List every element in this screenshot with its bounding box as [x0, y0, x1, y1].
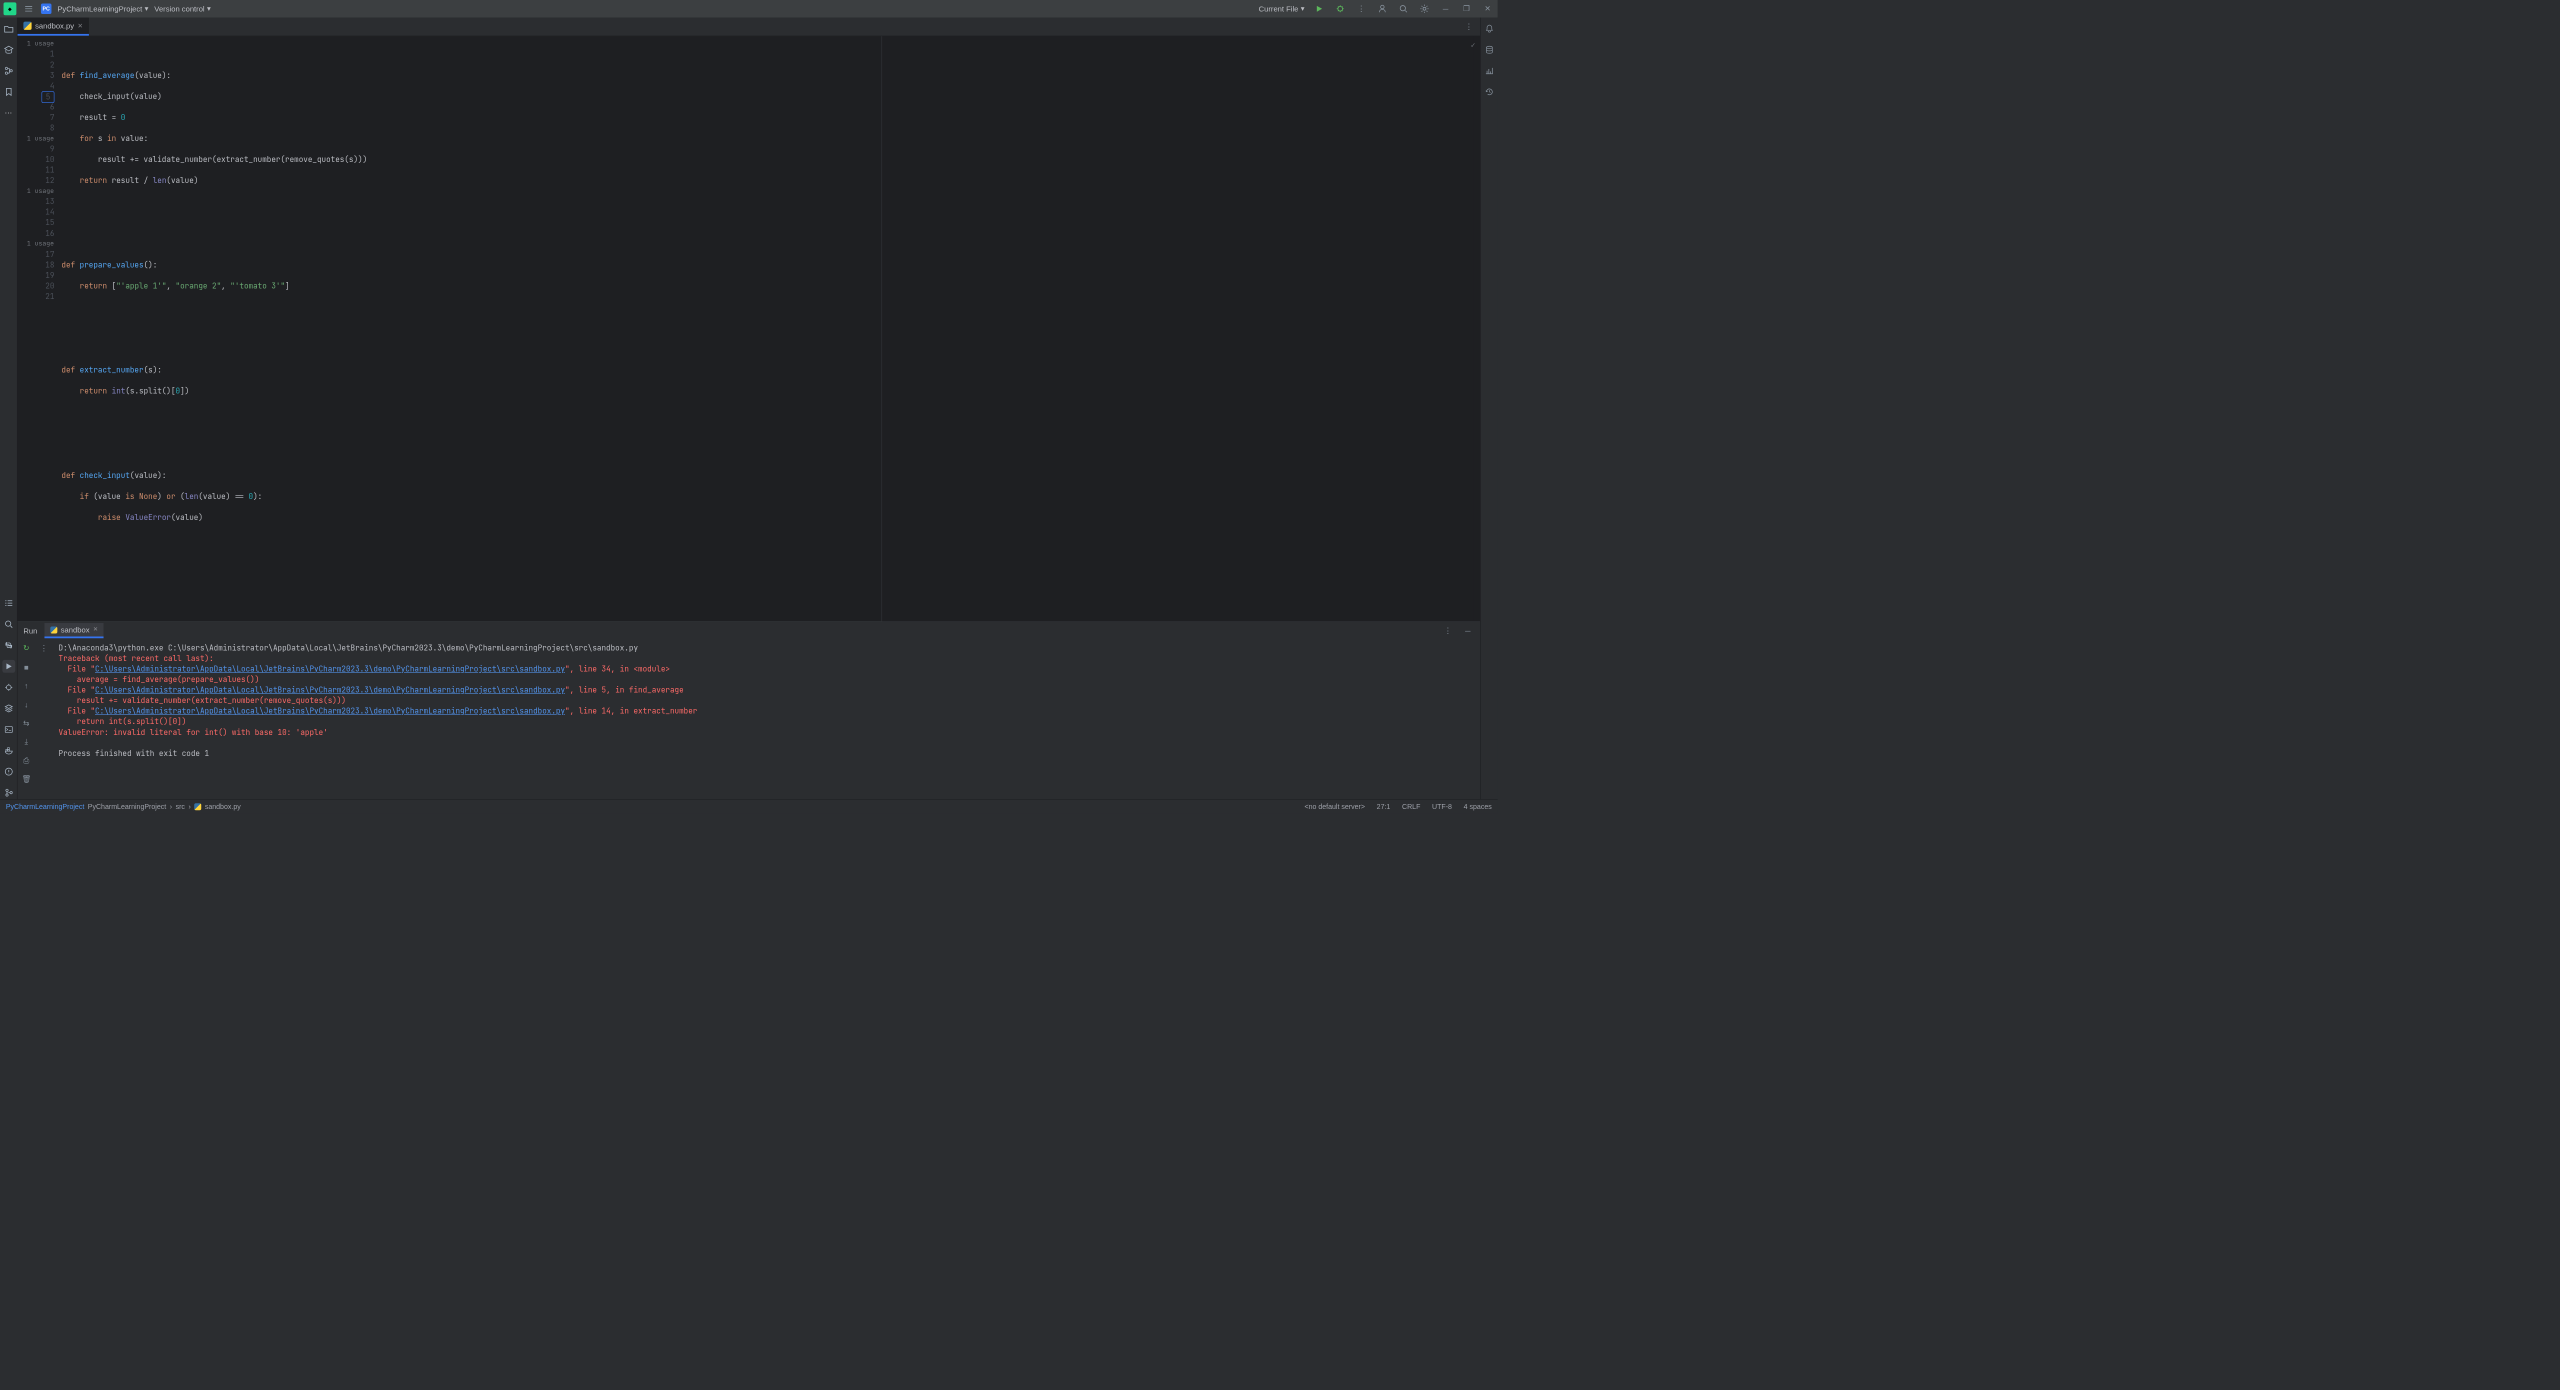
terminal-tool-icon[interactable] [2, 723, 15, 736]
value-error: ValueError: invalid literal for int() wi… [58, 727, 327, 737]
chevron-right-icon: › [188, 802, 190, 810]
python-file-icon [23, 22, 31, 30]
usage-hint: 1 usage [18, 239, 55, 250]
run-tab[interactable]: sandbox ✕ [44, 623, 103, 638]
chevron-right-icon: › [170, 802, 172, 810]
inspection-ok-icon[interactable]: ✓ [1471, 40, 1476, 51]
down-stack-icon[interactable]: ↓ [20, 698, 33, 711]
up-stack-icon[interactable]: ↑ [20, 679, 33, 692]
status-encoding[interactable]: UTF-8 [1432, 802, 1452, 810]
traceback-link[interactable]: C:\Users\Administrator\AppData\Local\Jet… [95, 664, 565, 674]
status-server[interactable]: <no default server> [1304, 802, 1364, 810]
scroll-end-icon[interactable]: ⤓ [20, 735, 33, 748]
status-caret-pos[interactable]: 27:1 [1377, 802, 1391, 810]
problems-icon[interactable] [2, 765, 15, 778]
traceback-head: Traceback (most recent call last): [58, 653, 213, 663]
run-panel-title: Run [23, 626, 37, 635]
python-file-icon [194, 803, 201, 810]
run-cmd-line: D:\Anaconda3\python.exe C:\Users\Adminis… [58, 643, 638, 653]
run-tab-label: sandbox [61, 625, 90, 634]
code-body[interactable]: def find_average(value): check_input(val… [61, 36, 881, 621]
services-icon[interactable] [2, 702, 15, 715]
docker-tool-icon[interactable] [2, 744, 15, 757]
hide-panel-icon[interactable]: ─ [1461, 624, 1474, 637]
run-more-sidebar: ⋮ [35, 639, 53, 799]
run-panel: Run sandbox ✕ ⋮ ─ ↻ ■ ↑ ↓ ⇆ ⤓ ⎙ [18, 621, 1480, 799]
project-tool-icon[interactable] [2, 22, 15, 35]
database-icon[interactable] [1483, 43, 1496, 56]
left-tool-bar: ⋯ [0, 18, 18, 800]
history-icon[interactable] [1483, 85, 1496, 98]
status-line-sep[interactable]: CRLF [1402, 802, 1420, 810]
tab-filename: sandbox.py [35, 21, 74, 30]
run-icon[interactable] [1313, 2, 1326, 15]
run-tool-icon[interactable] [2, 660, 15, 673]
stop-icon[interactable]: ■ [20, 660, 33, 673]
learn-icon[interactable] [2, 43, 15, 56]
app-logo[interactable]: ◆ [4, 2, 17, 15]
debug-icon[interactable] [1334, 2, 1347, 15]
close-icon[interactable]: ✕ [1481, 2, 1494, 15]
rerun-icon[interactable]: ↻ [20, 642, 33, 655]
usage-hint: 1 usage [18, 133, 55, 144]
more-actions-icon[interactable]: ⋮ [1355, 2, 1368, 15]
chevron-down-icon: ▾ [207, 4, 211, 13]
restore-icon[interactable]: ❐ [1460, 2, 1473, 15]
project-selector[interactable]: PyCharmLearningProject ▾ [57, 4, 148, 13]
notifications-icon[interactable] [1483, 22, 1496, 35]
soft-wrap-icon[interactable]: ⇆ [20, 717, 33, 730]
run-config-label: Current File [1259, 4, 1299, 13]
usage-hint: 1 usage [18, 186, 55, 197]
status-indent[interactable]: 4 spaces [1464, 802, 1492, 810]
run-panel-options-icon[interactable]: ⋮ [1441, 624, 1454, 637]
exit-code: Process finished with exit code 1 [58, 748, 209, 758]
traceback-link[interactable]: C:\Users\Administrator\AppData\Local\Jet… [95, 685, 565, 695]
run-config-selector[interactable]: Current File ▾ [1259, 4, 1305, 13]
search-icon[interactable] [1397, 2, 1410, 15]
close-tab-icon[interactable]: ✕ [78, 22, 83, 30]
vcs-tool-icon[interactable] [2, 786, 15, 799]
code-editor[interactable]: ✓ 1 usage 1234 5 678 1 usage 9101112 1 u… [18, 36, 1480, 621]
right-tool-bar [1480, 18, 1498, 800]
settings-icon[interactable] [1418, 2, 1431, 15]
usage-hint: 1 usage [18, 39, 55, 50]
structure-tool-icon[interactable] [2, 64, 15, 77]
sciview-icon[interactable] [1483, 64, 1496, 77]
project-badge: PC [41, 4, 52, 15]
close-run-tab-icon[interactable]: ✕ [93, 627, 98, 633]
traceback-link[interactable]: C:\Users\Administrator\AppData\Local\Jet… [95, 706, 565, 716]
run-more-icon[interactable]: ⋮ [37, 642, 50, 655]
collaborate-icon[interactable] [1376, 2, 1389, 15]
debug-tool-icon[interactable] [2, 681, 15, 694]
breadcrumb[interactable]: PyCharmLearningProjectPyCharmLearningPro… [6, 802, 241, 810]
bookmarks-icon[interactable] [2, 85, 15, 98]
python-console-icon[interactable] [2, 639, 15, 652]
gutter: 1 usage 1234 5 678 1 usage 9101112 1 usa… [18, 36, 62, 621]
code-minimap[interactable] [1473, 36, 1480, 621]
tab-options-icon[interactable]: ⋮ [1463, 20, 1476, 33]
breadcrumb-segment[interactable]: sandbox.py [205, 802, 241, 810]
vcs-label: Version control [154, 4, 204, 13]
minimize-icon[interactable]: ─ [1439, 2, 1452, 15]
python-file-icon [50, 626, 57, 633]
chevron-down-icon: ▾ [1301, 4, 1305, 13]
clear-icon[interactable]: 🗑 [20, 773, 33, 786]
project-name-label: PyCharmLearningProject [57, 4, 142, 13]
status-bar: PyCharmLearningProjectPyCharmLearningPro… [0, 799, 1498, 813]
todo-icon[interactable] [2, 597, 15, 610]
run-output[interactable]: D:\Anaconda3\python.exe C:\Users\Adminis… [53, 639, 1480, 799]
editor-tabs: sandbox.py ✕ ⋮ [18, 18, 1480, 37]
breadcrumb-segment[interactable]: src [176, 802, 185, 810]
hamburger-icon[interactable] [22, 2, 35, 15]
find-icon[interactable] [2, 618, 15, 631]
breadcrumb-segment[interactable]: PyCharmLearningProject [6, 802, 84, 810]
vcs-menu[interactable]: Version control ▾ [154, 4, 210, 13]
run-sidebar: ↻ ■ ↑ ↓ ⇆ ⤓ ⎙ 🗑 [18, 639, 36, 799]
more-tools-icon[interactable]: ⋯ [2, 106, 15, 119]
file-tab-sandbox[interactable]: sandbox.py ✕ [18, 18, 89, 36]
print-icon[interactable]: ⎙ [20, 754, 33, 767]
chevron-down-icon: ▾ [145, 4, 149, 13]
titlebar: ◆ PC PyCharmLearningProject ▾ Version co… [0, 0, 1498, 18]
